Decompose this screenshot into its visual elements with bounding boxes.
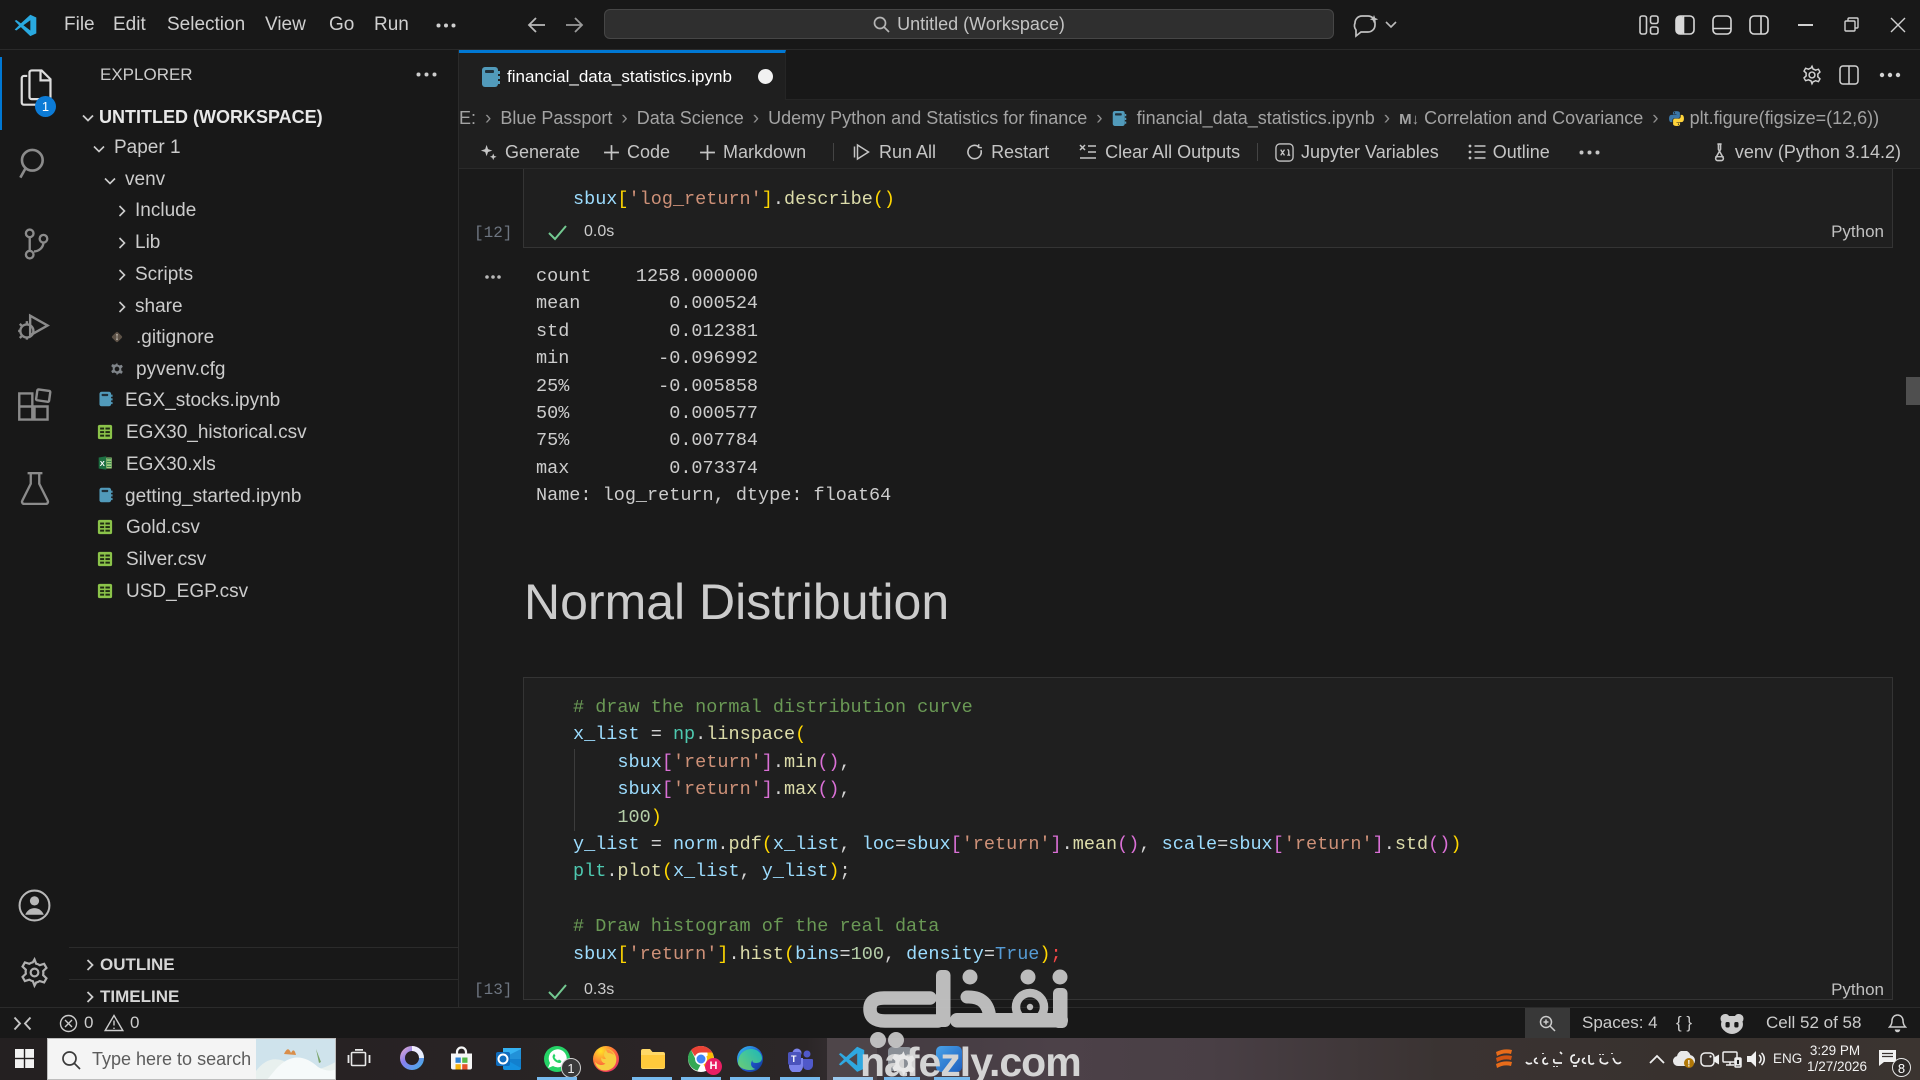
svg-text:!: ! bbox=[1687, 1059, 1690, 1069]
svg-text:T: T bbox=[791, 1054, 797, 1064]
svg-text:X: X bbox=[100, 459, 105, 468]
